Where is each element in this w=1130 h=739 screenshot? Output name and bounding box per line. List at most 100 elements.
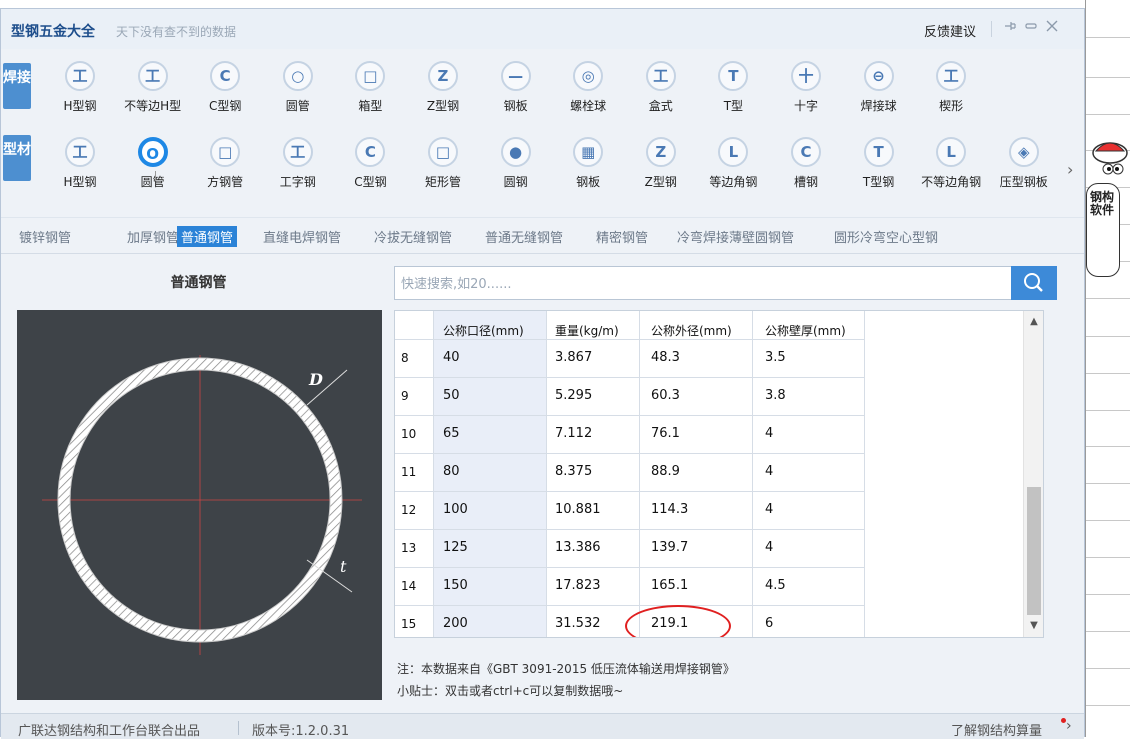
table-cell[interactable]: 76.1 — [651, 426, 680, 441]
column-header[interactable]: 公称口径(mm) — [443, 322, 524, 339]
shape-option[interactable]: Z Z型钢 — [408, 61, 478, 114]
shape-icon: ● — [500, 137, 531, 167]
table-row[interactable]: 10 65 7.112 76.1 4 — [395, 415, 865, 452]
table-cell[interactable]: 4 — [765, 540, 773, 555]
search-button[interactable] — [1011, 266, 1057, 300]
mascot-widget[interactable]: 钢构软件 — [1086, 135, 1130, 285]
shape-option[interactable]: ▦ 钢板 — [553, 137, 623, 190]
shape-option[interactable]: L 等边角钢 — [698, 137, 768, 190]
shape-icon: C — [791, 137, 821, 167]
table-cell[interactable]: 3.5 — [765, 350, 786, 365]
category-tab[interactable]: 普通无缝钢管 — [481, 226, 567, 247]
table-cell[interactable]: 3.8 — [765, 388, 786, 403]
table-cell[interactable]: 50 — [443, 388, 460, 403]
category-tab[interactable]: 镀锌钢管 — [15, 226, 75, 247]
category-tab[interactable]: 普通钢管 — [177, 226, 238, 247]
category-tab[interactable]: 加厚钢管 — [123, 226, 183, 247]
table-cell[interactable]: 6 — [765, 616, 773, 631]
shape-option[interactable]: C C型钢 — [190, 61, 260, 114]
shape-option[interactable]: L 不等边角钢 — [916, 137, 986, 190]
table-cell[interactable]: 60.3 — [651, 388, 680, 403]
category-tabs: 镀锌钢管 加厚钢管 普通钢管 直缝电焊钢管 冷拔无缝钢管 普通无缝钢管 精密钢管 冷弯焊接薄壁… — [1, 217, 1084, 252]
shape-option[interactable]: Z Z型钢 — [626, 137, 696, 190]
search-input[interactable] — [399, 273, 1003, 295]
table-row[interactable]: 8 40 3.867 48.3 3.5 — [395, 339, 865, 376]
table-cell[interactable]: 10.881 — [555, 502, 601, 517]
table-cell[interactable]: 65 — [443, 426, 460, 441]
shape-option[interactable]: ○ 圆管 — [263, 61, 333, 114]
shape-label: 楔形 — [939, 99, 964, 113]
table-row[interactable]: 9 50 5.295 60.3 3.8 — [395, 377, 865, 414]
feedback-link[interactable]: 反馈建议 — [924, 21, 976, 40]
table-cell[interactable]: 4 — [765, 502, 773, 517]
table-cell[interactable]: 4 — [765, 464, 773, 479]
shape-option[interactable]: T T型钢 — [844, 137, 914, 190]
category-tab[interactable]: 冷拔无缝钢管 — [370, 226, 456, 247]
shape-option[interactable]: ⊖ 焊接球 — [844, 61, 914, 114]
shape-option[interactable]: C 槽钢 — [771, 137, 841, 190]
table-cell[interactable]: 3.867 — [555, 350, 592, 365]
shape-option[interactable]: 工楔形 — [916, 61, 986, 114]
app-title: 型钢五金大全 — [11, 24, 95, 40]
pin-icon[interactable] — [1001, 19, 1019, 37]
category-tab[interactable]: 精密钢管 — [592, 226, 652, 247]
minimize-icon[interactable] — [1022, 19, 1040, 37]
table-row[interactable]: 11 80 8.375 88.9 4 — [395, 453, 865, 490]
shape-option[interactable]: C C型钢 — [335, 137, 405, 190]
shape-option[interactable]: T T型 — [698, 61, 768, 114]
table-cell[interactable]: 114.3 — [651, 502, 688, 517]
table-cell[interactable]: 17.823 — [555, 578, 601, 593]
category-tab[interactable]: 直缝电焊钢管 — [259, 226, 345, 247]
table-cell[interactable]: 80 — [443, 464, 460, 479]
shape-option[interactable]: ● 圆钢 — [481, 137, 551, 190]
shape-option[interactable]: 工盒式 — [626, 61, 696, 114]
chevron-right-icon[interactable]: › — [1066, 718, 1072, 734]
shape-option[interactable]: 工不等边H型 — [118, 61, 188, 114]
shape-option[interactable]: 工 H型钢 — [45, 61, 115, 114]
table-cell[interactable]: 48.3 — [651, 350, 680, 365]
table-row[interactable]: 14 150 17.823 165.1 4.5 — [395, 567, 865, 604]
category-tab[interactable]: 冷弯焊接薄壁圆钢管 — [673, 226, 798, 247]
table-cell[interactable]: 4 — [765, 426, 773, 441]
scroll-down-icon[interactable]: ▼ — [1024, 617, 1043, 635]
shape-option[interactable]: — 钢板 — [481, 61, 551, 114]
column-header[interactable]: 公称壁厚(mm) — [765, 322, 846, 339]
table-row[interactable]: 15 200 31.532 219.1 6 — [395, 605, 865, 637]
table-cell[interactable]: 125 — [443, 540, 468, 555]
shape-option[interactable]: ◎ 螺栓球 — [553, 61, 623, 114]
shape-option[interactable]: O 圆管 — [118, 137, 188, 190]
table-cell[interactable]: 100 — [443, 502, 468, 517]
scroll-up-icon[interactable]: ▲ — [1024, 313, 1043, 331]
table-cell[interactable]: 5.295 — [555, 388, 592, 403]
table-row[interactable]: 13 125 13.386 139.7 4 — [395, 529, 865, 566]
shape-option[interactable]: 工 H型钢 — [45, 137, 115, 190]
scroll-thumb[interactable] — [1027, 487, 1041, 615]
table-cell[interactable]: 40 — [443, 350, 460, 365]
table-cell[interactable]: 13.386 — [555, 540, 601, 555]
table-cell[interactable]: 165.1 — [651, 578, 688, 593]
app-window: 型钢五金大全 天下没有查不到的数据 反馈建议 焊接 型材 工 H型钢工不等边H型 C… — [0, 8, 1085, 739]
table-cell[interactable]: 200 — [443, 616, 468, 631]
shape-option[interactable]: ◈ 压型钢板 — [989, 137, 1059, 190]
shape-option[interactable]: 十十字 — [771, 61, 841, 114]
table-cell[interactable]: 219.1 — [651, 616, 688, 631]
table-cell[interactable]: 7.112 — [555, 426, 592, 441]
shape-option[interactable]: □ 箱型 — [335, 61, 405, 114]
table-cell[interactable]: 4.5 — [765, 578, 786, 593]
column-header[interactable]: 重量(kg/m) — [555, 322, 619, 339]
shape-option[interactable]: 工工字钢 — [263, 137, 333, 190]
column-header[interactable]: 公称外径(mm) — [651, 322, 732, 339]
learn-more-link[interactable]: 了解钢结构算量 — [951, 720, 1042, 739]
category-tab[interactable]: 圆形冷弯空心型钢 — [830, 226, 942, 247]
chevron-right-icon[interactable]: › — [1067, 160, 1073, 179]
table-cell[interactable]: 88.9 — [651, 464, 680, 479]
shape-option[interactable]: □ 矩形管 — [408, 137, 478, 190]
table-row[interactable]: 12 100 10.881 114.3 4 — [395, 491, 865, 528]
table-cell[interactable]: 150 — [443, 578, 468, 593]
table-cell[interactable]: 8.375 — [555, 464, 592, 479]
shape-option[interactable]: □ 方钢管 — [190, 137, 260, 190]
scrollbar[interactable]: ▲ ▼ — [1023, 311, 1043, 637]
table-cell[interactable]: 31.532 — [555, 616, 601, 631]
close-icon[interactable] — [1043, 19, 1061, 37]
table-cell[interactable]: 139.7 — [651, 540, 688, 555]
